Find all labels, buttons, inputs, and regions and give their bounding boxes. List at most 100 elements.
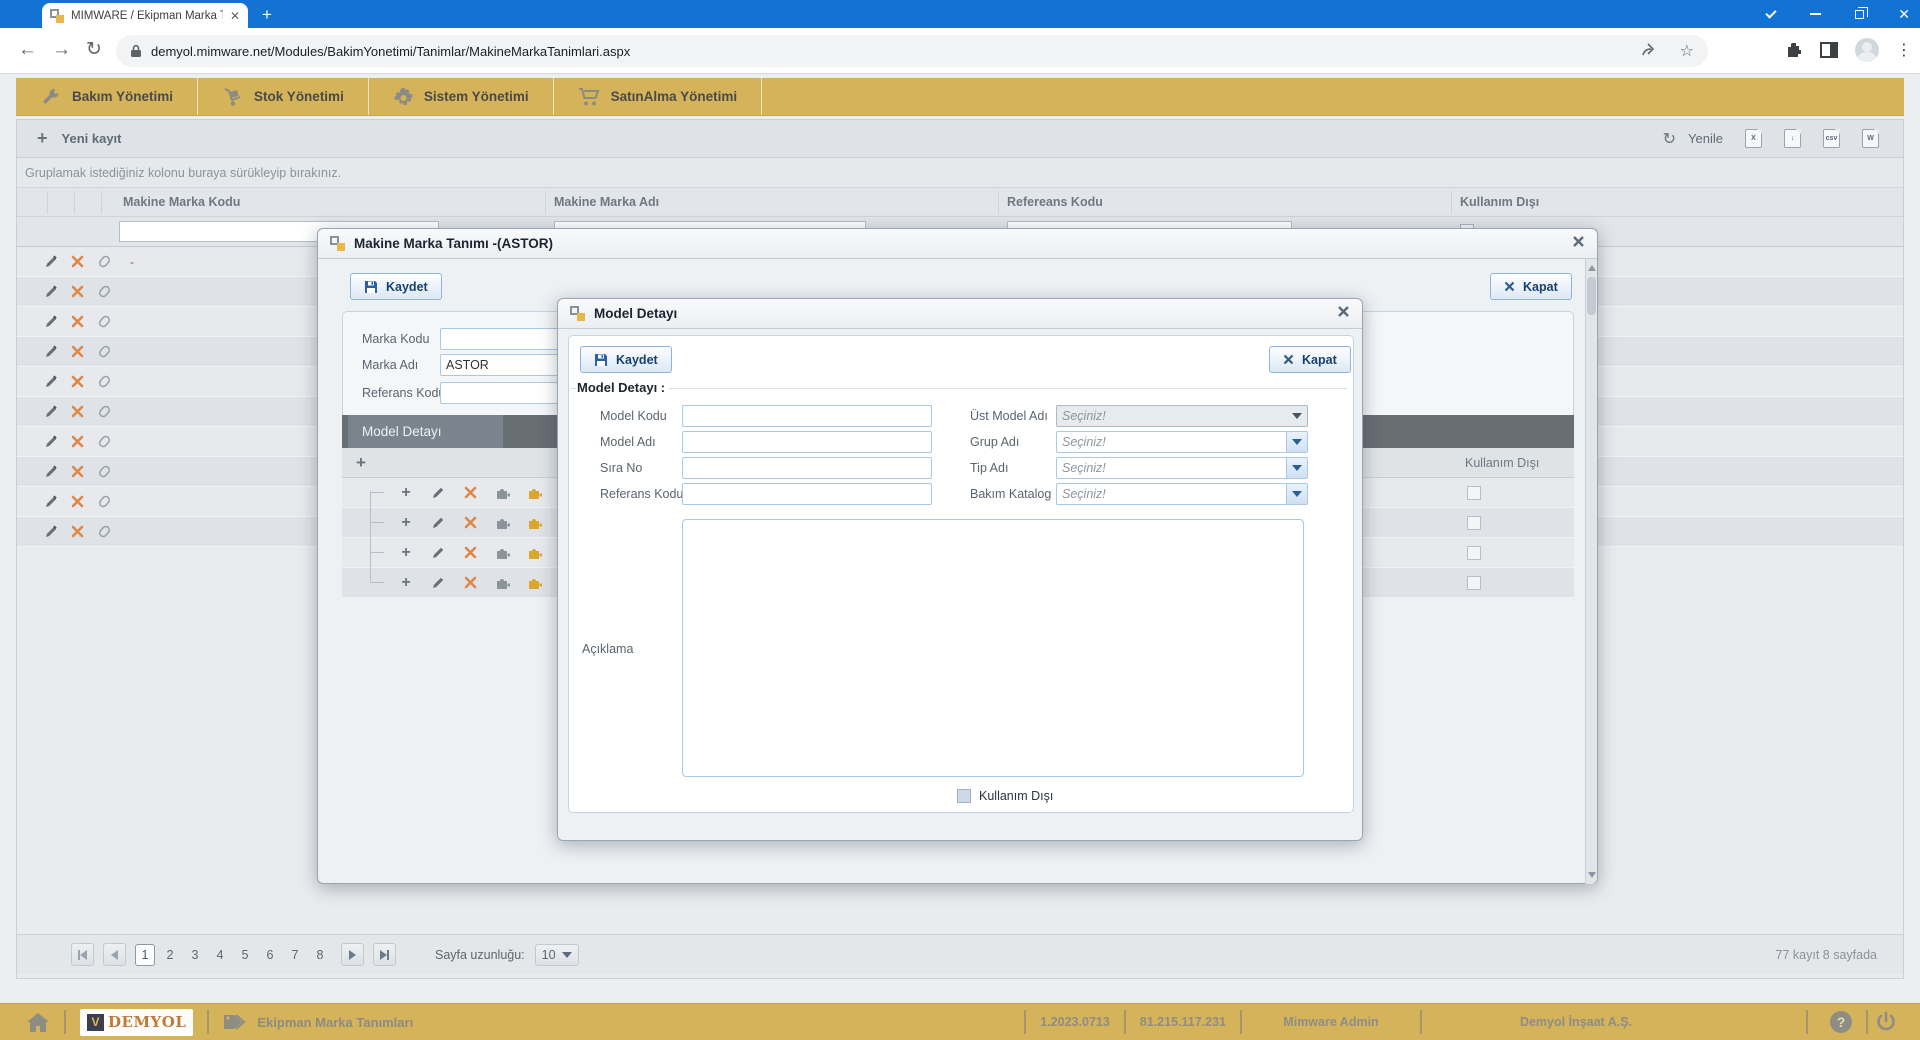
add-child-icon[interactable]: + [390,574,422,592]
referans-kodu-input[interactable] [682,483,932,505]
tip-adi-select[interactable] [1056,457,1308,479]
delete-x-icon[interactable] [454,576,486,589]
pager-page-5[interactable]: 5 [235,944,255,966]
edit-pencil-icon[interactable] [37,255,64,269]
attachment-paperclip-icon[interactable] [91,254,118,269]
bakim-katalog-select[interactable] [1056,483,1308,505]
scroll-up-icon[interactable] [1588,265,1596,271]
brand-close-button[interactable]: Kapat [1490,273,1572,300]
brand-modal-header[interactable]: Makine Marka Tanımı -(ASTOR) [318,229,1597,259]
menu-stok-yonetimi[interactable]: Stok Yönetimi [198,78,369,115]
group-by-bar[interactable]: Gruplamak istediğiniz kolonu buraya sürü… [17,158,1903,188]
attachment-paperclip-icon[interactable] [91,344,118,359]
pager-last-button[interactable] [373,943,396,966]
puzzle-gray-icon[interactable] [486,486,518,500]
export-csv-button[interactable]: csv [1823,129,1840,148]
window-chevron-icon[interactable] [1766,7,1777,18]
puzzle-gray-icon[interactable] [486,516,518,530]
menu-sistem-yonetimi[interactable]: Sistem Yönetimi [369,78,554,115]
new-tab-button[interactable]: + [262,6,272,23]
pager-next-button[interactable] [341,943,364,966]
attachment-paperclip-icon[interactable] [91,434,118,449]
edit-pencil-icon[interactable] [37,465,64,479]
delete-x-icon[interactable] [64,345,91,358]
profile-avatar[interactable] [1855,38,1879,62]
brand-modal-close-icon[interactable] [1572,235,1585,253]
chevron-down-icon[interactable] [1286,406,1307,426]
extensions-icon[interactable] [1785,41,1803,59]
puzzle-gold-icon[interactable] [518,576,550,590]
attachment-paperclip-icon[interactable] [91,404,118,419]
edit-pencil-icon[interactable] [37,315,64,329]
pager-page-7[interactable]: 7 [285,944,305,966]
scrollbar-thumb[interactable] [1587,277,1596,315]
attachment-paperclip-icon[interactable] [91,284,118,299]
row-checkbox[interactable] [1467,516,1481,530]
model-save-button[interactable]: Kaydet [580,346,672,373]
attachment-paperclip-icon[interactable] [91,314,118,329]
window-restore-icon[interactable] [1855,10,1864,19]
grup-adi-select[interactable] [1056,431,1308,453]
edit-pencil-icon[interactable] [422,486,454,500]
add-child-icon[interactable]: + [390,514,422,532]
column-header-marka-adi[interactable]: Makine Marka Adı [554,195,659,209]
column-header-marka-kodu[interactable]: Makine Marka Kodu [123,195,240,209]
delete-x-icon[interactable] [64,495,91,508]
edit-pencil-icon[interactable] [37,285,64,299]
puzzle-gold-icon[interactable] [518,516,550,530]
delete-x-icon[interactable] [64,435,91,448]
bookmark-star-icon[interactable]: ☆ [1680,41,1694,61]
model-modal-close-icon[interactable] [1337,305,1350,323]
column-header-kullanim-disi[interactable]: Kullanım Dışı [1460,195,1539,209]
delete-x-icon[interactable] [64,315,91,328]
menu-satinalma-yonetimi[interactable]: SatınAlma Yönetimi [554,78,763,115]
footer-user[interactable]: Mimware Admin [1256,1015,1406,1029]
pager-page-8[interactable]: 8 [310,944,330,966]
window-close-icon[interactable]: ✕ [1898,7,1910,21]
sidebar-icon[interactable] [1820,42,1838,58]
forward-icon[interactable]: → [52,40,71,60]
edit-pencil-icon[interactable] [422,516,454,530]
pager-page-6[interactable]: 6 [260,944,280,966]
tab-close-icon[interactable]: ✕ [230,9,240,23]
attachment-paperclip-icon[interactable] [91,464,118,479]
export-excel-button[interactable]: X [1745,129,1762,148]
delete-x-icon[interactable] [454,546,486,559]
add-child-icon[interactable]: + [390,484,422,502]
chevron-down-icon[interactable] [1286,458,1307,478]
power-icon[interactable] [1874,1010,1898,1034]
aciklama-textarea[interactable] [682,519,1304,777]
modal-scrollbar[interactable] [1585,259,1597,884]
kebab-menu-icon[interactable]: ⋮ [1896,40,1912,60]
delete-x-icon[interactable] [454,516,486,529]
menu-bakim-yonetimi[interactable]: Bakım Yönetimi [16,78,198,115]
delete-x-icon[interactable] [64,375,91,388]
sira-no-input[interactable] [682,457,932,479]
attachment-paperclip-icon[interactable] [91,494,118,509]
reload-icon[interactable]: ↻ [86,40,102,60]
edit-pencil-icon[interactable] [422,576,454,590]
refresh-button[interactable]: ↻ Yenile [1663,129,1723,149]
edit-pencil-icon[interactable] [37,405,64,419]
delete-x-icon[interactable] [64,465,91,478]
delete-x-icon[interactable] [64,525,91,538]
new-record-button[interactable]: + Yeni kayıt [17,128,122,149]
brand-save-button[interactable]: Kaydet [350,273,442,300]
ust-model-adi-select[interactable] [1056,405,1308,427]
attachment-paperclip-icon[interactable] [91,524,118,539]
edit-pencil-icon[interactable] [37,345,64,359]
home-icon[interactable] [26,1012,50,1033]
add-child-icon[interactable]: + [390,544,422,562]
edit-pencil-icon[interactable] [37,375,64,389]
edit-pencil-icon[interactable] [37,495,64,509]
model-kodu-input[interactable] [682,405,932,427]
pager-page-3[interactable]: 3 [185,944,205,966]
back-icon[interactable]: ← [18,40,37,60]
pager-first-button[interactable] [71,943,94,966]
delete-x-icon[interactable] [454,486,486,499]
share-icon[interactable] [1641,41,1658,57]
scroll-down-icon[interactable] [1588,872,1596,878]
kullanim-disi-checkbox[interactable] [957,789,971,803]
row-checkbox[interactable] [1467,486,1481,500]
puzzle-gold-icon[interactable] [518,546,550,560]
